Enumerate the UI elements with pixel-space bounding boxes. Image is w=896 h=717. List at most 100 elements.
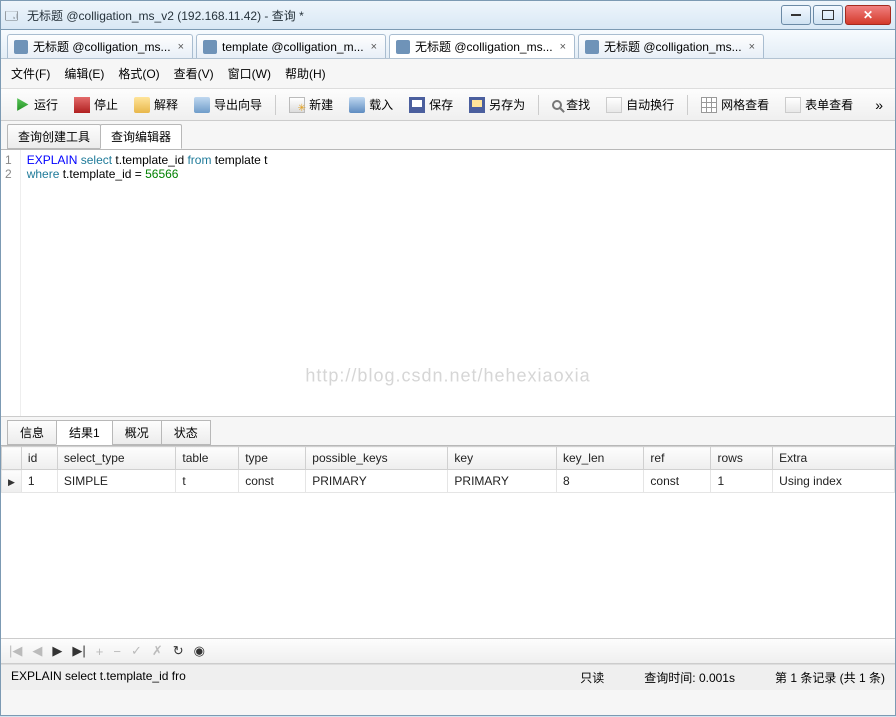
toolbar-label: 停止 (94, 96, 118, 113)
window-title: 无标题 @colligation_ms_v2 (192.168.11.42) -… (27, 7, 781, 24)
cell[interactable]: 8 (556, 470, 643, 493)
result-grid-wrap[interactable]: id select_type table type possible_keys … (1, 446, 895, 639)
nav-first[interactable]: |◀ (9, 643, 22, 659)
cell[interactable]: const (644, 470, 711, 493)
cell[interactable]: Using index (773, 470, 895, 493)
sql-code[interactable]: EXPLAIN select t.template_id from templa… (21, 150, 274, 416)
nav-add[interactable]: + (96, 644, 104, 659)
new-button[interactable]: 新建 (282, 92, 340, 117)
play-icon (14, 97, 30, 113)
doc-tab-2[interactable]: 无标题 @colligation_ms... × (389, 34, 575, 58)
col-type[interactable]: type (239, 447, 306, 470)
nav-refresh[interactable]: ↻ (173, 643, 184, 659)
minimize-button[interactable] (781, 5, 811, 25)
find-button[interactable]: 查找 (545, 92, 597, 117)
result-tab-info[interactable]: 信息 (7, 420, 57, 445)
window-controls (781, 5, 891, 25)
toolbar-label: 运行 (34, 96, 58, 113)
col-ref[interactable]: ref (644, 447, 711, 470)
wrap-button[interactable]: 自动换行 (599, 92, 681, 117)
current-row-indicator (2, 470, 22, 493)
export-icon (194, 97, 210, 113)
close-icon[interactable]: × (747, 41, 757, 53)
cell[interactable]: PRIMARY (448, 470, 557, 493)
toolbar-overflow[interactable]: » (869, 97, 889, 113)
toolbar-label: 另存为 (489, 96, 525, 113)
menu-view[interactable]: 查看(V) (174, 65, 214, 82)
nav-prev[interactable]: ◀ (32, 643, 42, 659)
toolbar-label: 表单查看 (805, 96, 853, 113)
subtab-editor[interactable]: 查询编辑器 (100, 124, 182, 149)
explain-icon (134, 97, 150, 113)
col-select-type[interactable]: select_type (57, 447, 176, 470)
menu-help[interactable]: 帮助(H) (285, 65, 326, 82)
explain-button[interactable]: 解释 (127, 92, 185, 117)
run-button[interactable]: 运行 (7, 92, 65, 117)
cell[interactable]: 1 (21, 470, 57, 493)
cell[interactable]: SIMPLE (57, 470, 176, 493)
cell[interactable]: t (176, 470, 239, 493)
sql-editor[interactable]: 12 EXPLAIN select t.template_id from tem… (1, 150, 895, 417)
export-button[interactable]: 导出向导 (187, 92, 269, 117)
col-table[interactable]: table (176, 447, 239, 470)
doc-tab-label: template @colligation_m... (222, 40, 364, 54)
doc-tab-1[interactable]: template @colligation_m... × (196, 34, 386, 58)
col-extra[interactable]: Extra (773, 447, 895, 470)
status-record: 第 1 条记录 (共 1 条) (775, 669, 885, 686)
menu-format[interactable]: 格式(O) (118, 65, 159, 82)
toolbar-label: 新建 (309, 96, 333, 113)
menu-edit[interactable]: 编辑(E) (64, 65, 104, 82)
nav-play[interactable]: ▶ (52, 643, 62, 659)
app-icon: 🗔 (5, 7, 21, 23)
nav-end[interactable]: ◉ (194, 643, 205, 659)
watermark: http://blog.csdn.net/hehexiaoxia (305, 366, 590, 387)
gridview-button[interactable]: 网格查看 (694, 92, 776, 117)
formview-button[interactable]: 表单查看 (778, 92, 860, 117)
menu-window[interactable]: 窗口(W) (228, 65, 271, 82)
menu-file[interactable]: 文件(F) (11, 65, 50, 82)
col-key-len[interactable]: key_len (556, 447, 643, 470)
nav-ok[interactable]: ✓ (131, 643, 142, 659)
load-button[interactable]: 载入 (342, 92, 400, 117)
status-time: 查询时间: 0.001s (644, 669, 735, 686)
nav-next[interactable]: ▶| (72, 643, 85, 659)
cell[interactable]: const (239, 470, 306, 493)
doc-tab-0[interactable]: 无标题 @colligation_ms... × (7, 34, 193, 58)
stop-button[interactable]: 停止 (67, 92, 125, 117)
doc-tab-label: 无标题 @colligation_ms... (33, 38, 171, 55)
subtab-builder[interactable]: 查询创建工具 (7, 124, 101, 149)
nav-cancel[interactable]: ✗ (152, 643, 163, 659)
close-icon[interactable]: × (176, 41, 186, 53)
col-key[interactable]: key (448, 447, 557, 470)
col-id[interactable]: id (21, 447, 57, 470)
result-grid: id select_type table type possible_keys … (1, 446, 895, 493)
maximize-button[interactable] (813, 5, 843, 25)
saveas-icon (469, 97, 485, 113)
cell[interactable]: 1 (711, 470, 773, 493)
toolbar-label: 保存 (429, 96, 453, 113)
save-button[interactable]: 保存 (402, 92, 460, 117)
table-row[interactable]: 1 SIMPLE t const PRIMARY PRIMARY 8 const… (2, 470, 895, 493)
status-readonly: 只读 (580, 669, 604, 686)
cell[interactable]: PRIMARY (306, 470, 448, 493)
result-tab-profile[interactable]: 概况 (112, 420, 162, 445)
menubar: 文件(F) 编辑(E) 格式(O) 查看(V) 窗口(W) 帮助(H) (1, 59, 895, 89)
close-icon[interactable]: × (558, 41, 568, 53)
col-possible-keys[interactable]: possible_keys (306, 447, 448, 470)
save-icon (409, 97, 425, 113)
close-button[interactable] (845, 5, 891, 25)
col-rows[interactable]: rows (711, 447, 773, 470)
document-tabs: 无标题 @colligation_ms... × template @collig… (1, 30, 895, 59)
window-titlebar: 🗔 无标题 @colligation_ms_v2 (192.168.11.42)… (0, 0, 896, 30)
result-tab-result[interactable]: 结果1 (56, 420, 113, 445)
query-icon (396, 40, 410, 54)
doc-tab-3[interactable]: 无标题 @colligation_ms...× (578, 34, 764, 58)
doc-tab-label: 无标题 @colligation_ms... (415, 38, 553, 55)
toolbar: 运行 停止 解释 导出向导 新建 载入 保存 另存为 查找 自动换行 网格查看 … (1, 89, 895, 121)
nav-del[interactable]: − (113, 644, 121, 659)
query-subtabs: 查询创建工具 查询编辑器 (1, 121, 895, 150)
close-icon[interactable]: × (369, 41, 379, 53)
saveas-button[interactable]: 另存为 (462, 92, 532, 117)
query-icon (203, 40, 217, 54)
result-tab-status[interactable]: 状态 (161, 420, 211, 445)
